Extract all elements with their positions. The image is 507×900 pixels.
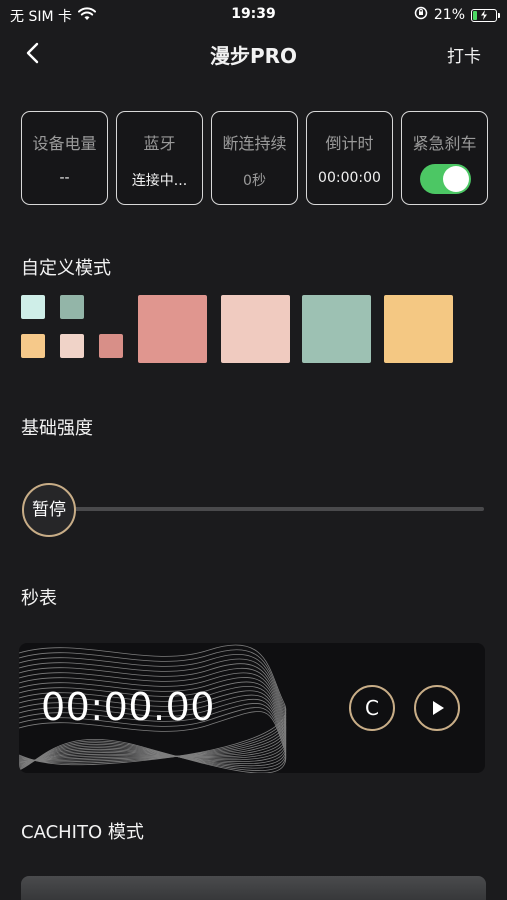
card-value: 连接中... [131,173,188,189]
intensity-slider-track[interactable] [60,507,484,511]
stopwatch-time: 00:00.00 [41,685,215,729]
battery-percent: 21% [433,7,465,23]
card-label: 断连持续 [222,134,287,153]
cachito-mode-title: CACHITO 模式 [21,822,144,843]
card-label: 倒计时 [325,134,374,153]
card-countdown[interactable]: 倒计时 00:00:00 [306,111,393,205]
battery-icon [471,8,500,22]
card-battery: 设备电量 -- [21,111,108,205]
card-label: 蓝牙 [143,134,176,153]
swatch-small-1[interactable] [21,295,45,319]
orientation-lock-icon [414,6,428,24]
card-label: 设备电量 [32,134,97,153]
swatch-small-5[interactable] [99,334,123,358]
swatch-small-4[interactable] [60,334,84,358]
card-bluetooth[interactable]: 蓝牙 连接中... [116,111,203,205]
toggle-knob [443,166,469,192]
device-status-cards: 设备电量 -- 蓝牙 连接中... 断连持续 0秒 倒计时 00:00:00 紧… [21,111,488,205]
stopwatch-play-button[interactable] [414,685,460,731]
nav-bar: 漫步PRO 打卡 [0,34,507,72]
status-bar: 无 SIM 卡 19:39 21% [0,0,507,30]
swatch-large-1[interactable] [138,295,207,363]
swatch-large-4[interactable] [384,295,453,363]
card-value: 00:00:00 [318,170,381,186]
stopwatch-clear-button[interactable]: C [349,685,395,731]
status-right: 21% [414,6,500,24]
swatch-large-2[interactable] [221,295,290,363]
emergency-brake-toggle[interactable] [420,164,471,194]
card-value: -- [59,170,70,186]
card-value: 0秒 [243,173,266,189]
swatch-small-2[interactable] [60,295,84,319]
swatch-large-3[interactable] [302,295,371,363]
checkin-button[interactable]: 打卡 [447,42,481,67]
intensity-slider-thumb[interactable]: 暂停 [22,483,76,537]
swatch-small-3[interactable] [21,334,45,358]
custom-mode-title: 自定义模式 [21,258,111,279]
cachito-mode-image[interactable] [21,876,486,900]
card-emergency-brake: 紧急刹车 [401,111,488,205]
card-label: 紧急刹车 [412,134,477,153]
play-icon [433,701,444,715]
intensity-title: 基础强度 [21,418,93,439]
card-disconnect-duration: 断连持续 0秒 [211,111,298,205]
page-title: 漫步PRO [209,44,298,68]
stopwatch-panel: 00:00.00 C [19,643,485,773]
stopwatch-title: 秒表 [21,588,57,609]
